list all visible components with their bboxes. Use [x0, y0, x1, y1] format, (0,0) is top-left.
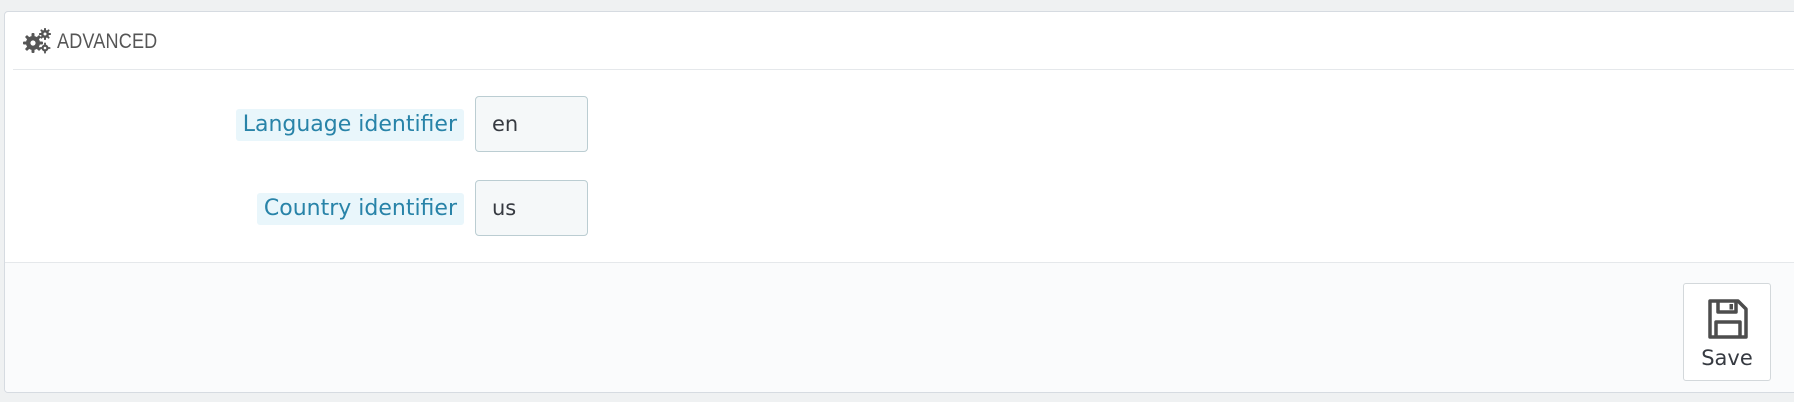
- country-identifier-label[interactable]: Country identifier: [256, 193, 464, 225]
- advanced-panel: ADVANCED Language identifier Country ide…: [4, 11, 1794, 393]
- form-row-language: Language identifier: [5, 96, 705, 152]
- panel-title: ADVANCED: [57, 30, 158, 53]
- panel-footer: Save: [5, 262, 1794, 392]
- language-identifier-input[interactable]: [475, 96, 588, 152]
- floppy-disk-icon: [1708, 299, 1748, 339]
- language-identifier-label[interactable]: Language identifier: [235, 109, 464, 141]
- save-button[interactable]: Save: [1683, 283, 1771, 381]
- save-button-label: Save: [1701, 346, 1753, 370]
- panel-heading: ADVANCED: [13, 12, 1794, 70]
- cogs-icon: [23, 28, 51, 54]
- country-identifier-input[interactable]: [475, 180, 588, 236]
- form-row-country: Country identifier: [5, 180, 705, 236]
